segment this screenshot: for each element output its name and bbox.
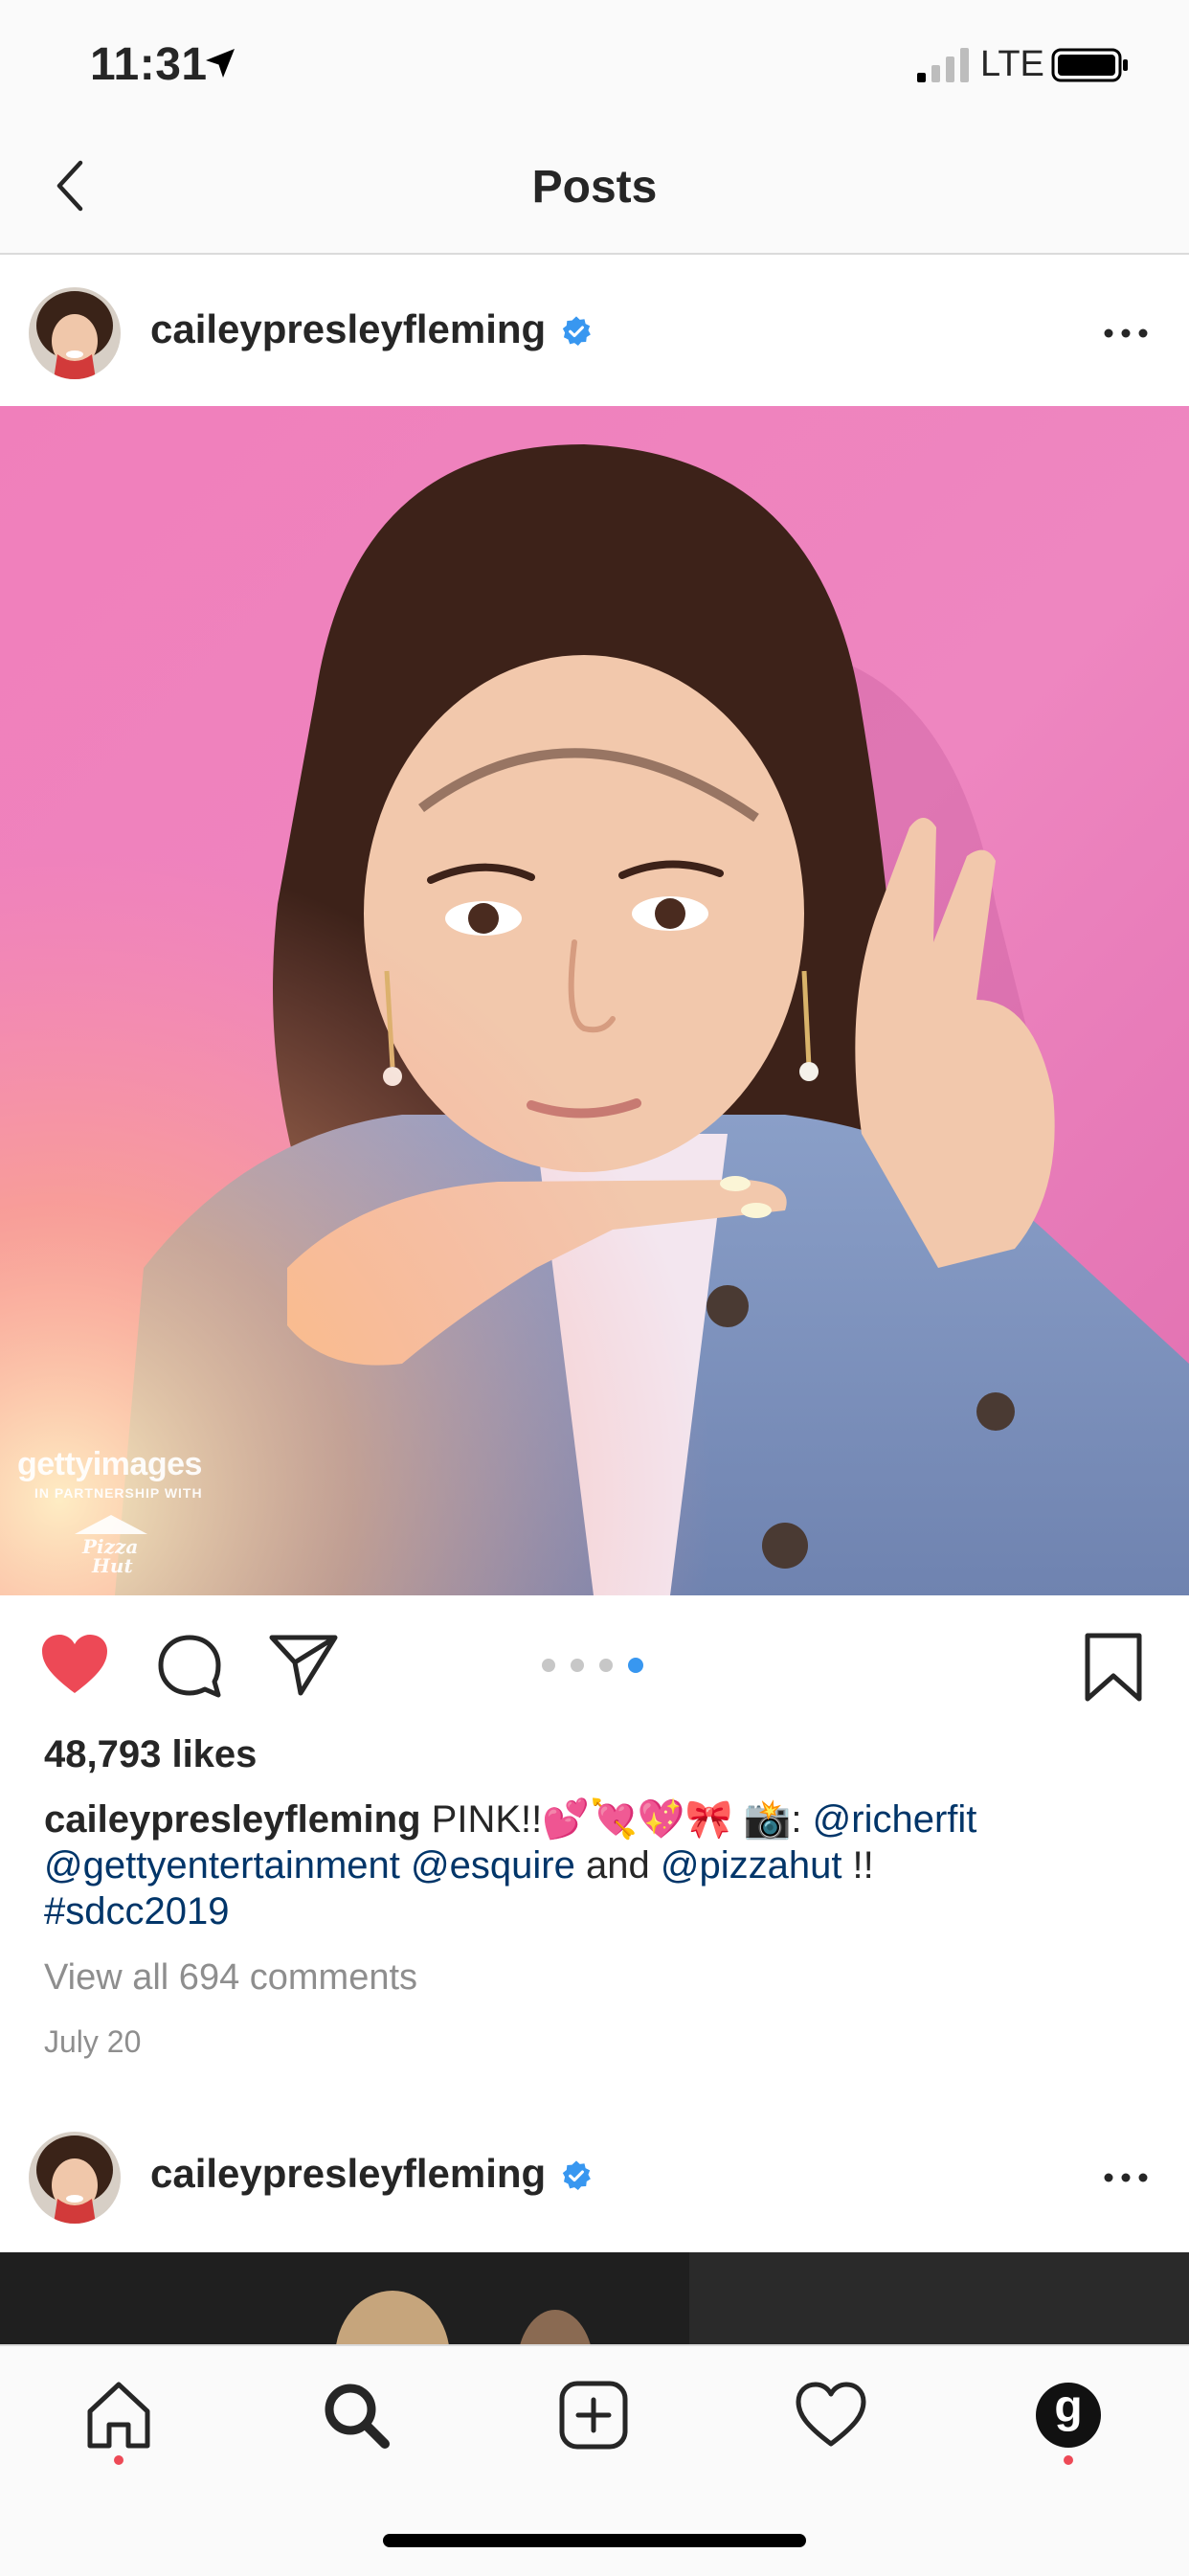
home-notification-dot (114, 2455, 123, 2465)
nav-bar: Posts (0, 134, 1189, 255)
post-header-2: caileypresleyfleming (0, 2099, 1189, 2252)
post-photo[interactable] (0, 406, 1189, 1595)
carousel-dot-active (628, 1658, 643, 1673)
avatar[interactable] (29, 287, 121, 379)
caption-text: !! (841, 1844, 874, 1887)
caption-text: PINK!! (431, 1798, 543, 1841)
mention-link[interactable]: @gettyentertainment (44, 1844, 400, 1887)
profile-notification-dot (1064, 2455, 1073, 2465)
share-direct-icon[interactable] (268, 1632, 339, 1697)
carousel-dot (542, 1659, 555, 1672)
save-bookmark-icon[interactable] (1082, 1632, 1145, 1703)
caption-colon: : (791, 1798, 813, 1841)
home-icon[interactable] (80, 2377, 157, 2453)
pizza-hut-logo-icon: Pizza Hut (75, 1515, 147, 1574)
post-username[interactable]: caileypresleyfleming (150, 306, 546, 352)
getty-logo-text: gettyimages (17, 1446, 202, 1482)
post-photo-2[interactable] (0, 2252, 1189, 2344)
avatar[interactable] (29, 2132, 121, 2224)
cellular-signal-icon (917, 48, 969, 82)
profile-initial: g (1054, 2382, 1083, 2432)
view-comments-link[interactable]: View all 694 comments (44, 1957, 417, 1999)
page-title: Posts (531, 162, 658, 213)
battery-icon (1051, 48, 1128, 82)
status-bar: 11:31 LTE (0, 0, 1189, 134)
post-header: caileypresleyfleming (0, 255, 1189, 408)
location-arrow-icon (206, 49, 235, 78)
caption-text: and (585, 1844, 650, 1887)
comment-icon[interactable] (155, 1632, 224, 1701)
like-heart-icon[interactable] (38, 1632, 111, 1697)
getty-partnership-text: IN PARTNERSHIP WITH (34, 1485, 203, 1501)
heart-outline-icon[interactable] (793, 2377, 869, 2453)
svg-text:Hut: Hut (91, 1554, 133, 1574)
plus-square-icon[interactable] (555, 2377, 632, 2453)
status-time: 11:31 (90, 39, 208, 90)
post-date: July 20 (44, 2024, 142, 2059)
search-icon[interactable] (318, 2377, 394, 2453)
mention-link[interactable]: @esquire (411, 1844, 575, 1887)
more-options-icon[interactable] (1101, 320, 1151, 347)
more-options-icon[interactable] (1101, 2164, 1151, 2191)
caption-emoji: 💕💘💖🎀 📸 (542, 1798, 792, 1841)
network-type: LTE (980, 44, 1044, 84)
getty-watermark: gettyimages IN PARTNERSHIP WITH (17, 1446, 203, 1501)
post-username[interactable]: caileypresleyfleming (150, 2151, 546, 2197)
mention-link[interactable]: @richerfit (813, 1798, 977, 1841)
post-caption: caileypresleyfleming PINK!!💕💘💖🎀 📸: @rich… (44, 1796, 1155, 1934)
verified-badge-icon (562, 316, 591, 347)
carousel-dot (599, 1659, 613, 1672)
caption-username[interactable]: caileypresleyfleming (44, 1798, 421, 1841)
verified-badge-icon (562, 2160, 591, 2191)
hashtag-link[interactable]: #sdcc2019 (44, 1890, 229, 1932)
home-indicator (383, 2534, 806, 2547)
carousel-dot (571, 1659, 584, 1672)
mention-link[interactable]: @pizzahut (661, 1844, 842, 1887)
likes-count[interactable]: 48,793 likes (44, 1733, 257, 1776)
